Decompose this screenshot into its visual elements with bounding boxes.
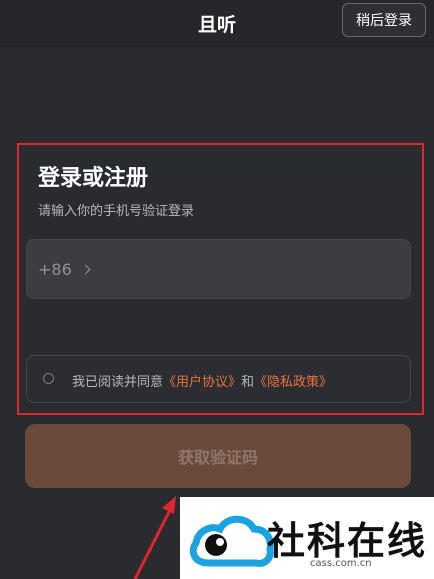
- watermark-url: cass.com.cn: [310, 558, 372, 569]
- cloud-logo-icon: [189, 515, 274, 567]
- annotation-arrow: [133, 496, 176, 579]
- arrow-head: [162, 496, 176, 514]
- watermark-text: 社科在线: [267, 519, 428, 563]
- arrow-shaft: [133, 505, 174, 579]
